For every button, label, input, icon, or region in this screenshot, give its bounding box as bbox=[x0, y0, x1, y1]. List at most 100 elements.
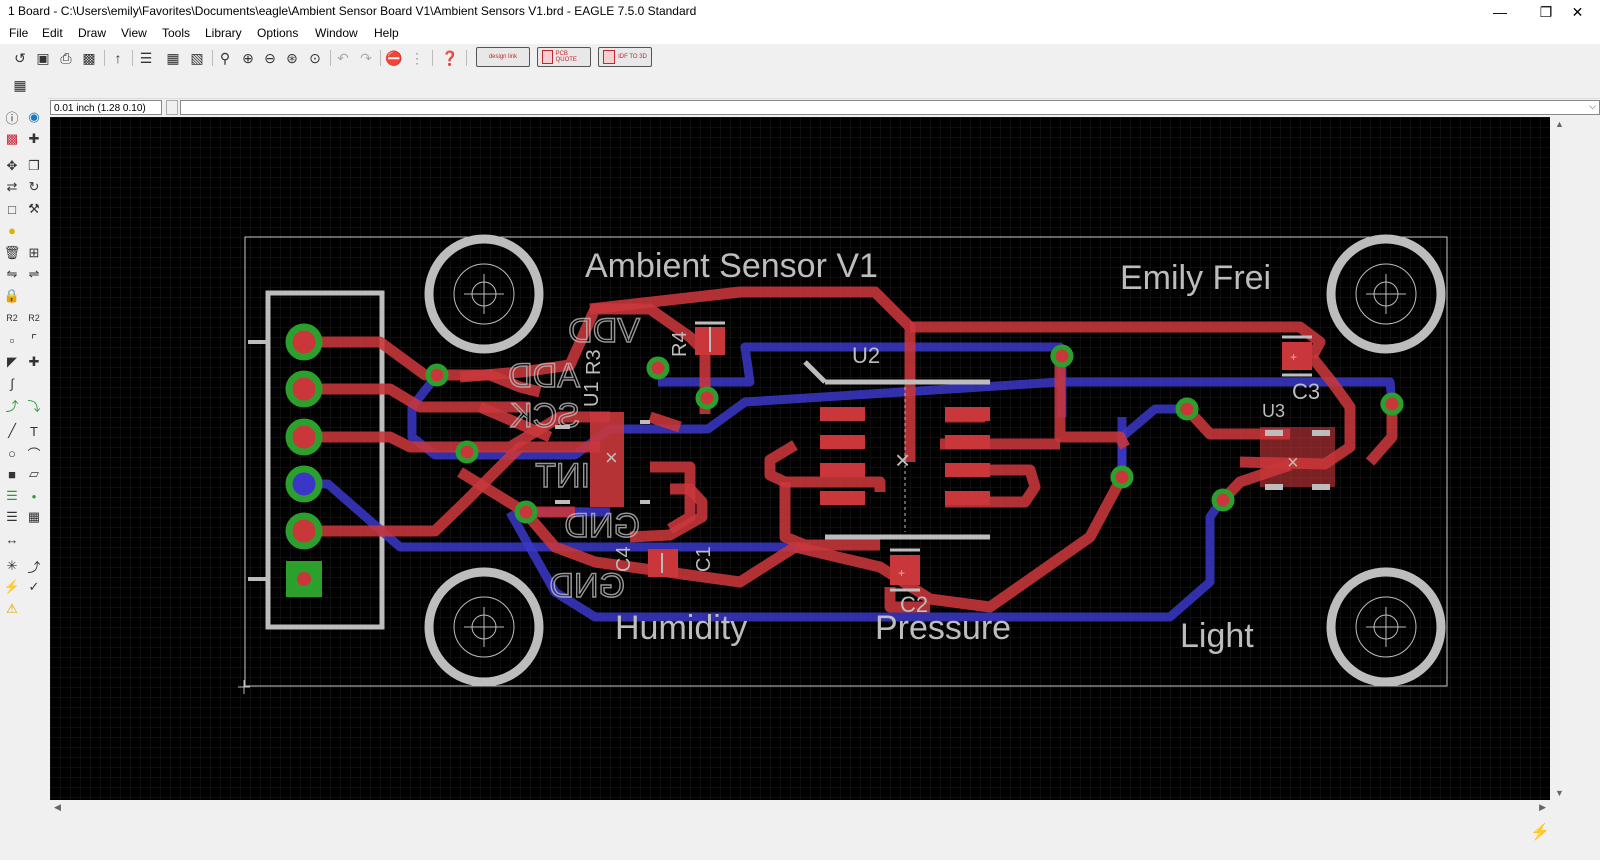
c3-footprint: + bbox=[1282, 335, 1312, 377]
minimize-icon[interactable]: — bbox=[1477, 0, 1523, 24]
open-icon[interactable]: ↺ bbox=[10, 48, 30, 68]
zoom-fit-icon[interactable]: ⚲ bbox=[215, 48, 235, 68]
menu-view[interactable]: View bbox=[121, 26, 147, 40]
replace-icon[interactable]: ⇋ bbox=[3, 265, 21, 283]
zoom-select-icon[interactable]: ⊙ bbox=[305, 48, 325, 68]
pcb-quote-button[interactable]: PCB QUOTE bbox=[537, 47, 591, 67]
show-icon[interactable]: ◉ bbox=[25, 108, 43, 126]
signal-icon[interactable]: ▱ bbox=[25, 465, 43, 483]
menu-draw[interactable]: Draw bbox=[78, 26, 106, 40]
light-label: Light bbox=[1180, 617, 1254, 655]
board-icon[interactable]: ▦ bbox=[163, 48, 183, 68]
scroll-left-icon[interactable]: ◀ bbox=[54, 802, 61, 813]
redo-icon[interactable]: ↷ bbox=[356, 48, 376, 68]
lock-icon[interactable]: ⇌ bbox=[25, 265, 43, 283]
idf-to-3d-button[interactable]: IDF TO 3D bbox=[598, 47, 652, 67]
dimension-icon[interactable]: ☰ bbox=[3, 508, 21, 526]
ripup-icon[interactable]: ∫ bbox=[3, 374, 21, 392]
menu-file[interactable]: File bbox=[9, 26, 28, 40]
grid-icon[interactable]: ▦ bbox=[10, 75, 30, 95]
split-icon[interactable]: ▫ bbox=[3, 331, 21, 349]
delete-icon[interactable]: 🗑 bbox=[3, 244, 21, 262]
toolbar-separator bbox=[432, 50, 433, 66]
erc-icon[interactable]: ⚡ bbox=[3, 578, 21, 596]
undo-icon[interactable]: ↶ bbox=[333, 48, 353, 68]
menu-options[interactable]: Options bbox=[257, 26, 298, 40]
scroll-up-icon[interactable]: ▲ bbox=[1555, 119, 1564, 129]
menu-edit[interactable]: Edit bbox=[42, 26, 63, 40]
wire-icon[interactable]: ⤴ bbox=[3, 396, 21, 414]
menu-help[interactable]: Help bbox=[374, 26, 399, 40]
text-icon[interactable]: ⤵ bbox=[25, 396, 43, 414]
board-drawing[interactable]: × × + + × Ambient Sensor V1 Emily Frei U… bbox=[50, 117, 1550, 800]
group-icon[interactable]: □ bbox=[3, 200, 21, 218]
go-icon[interactable]: ⋮ bbox=[407, 48, 427, 68]
command-input[interactable] bbox=[180, 100, 1600, 115]
script-icon[interactable]: ↑ bbox=[108, 48, 128, 68]
pcb-icon bbox=[542, 50, 553, 64]
copy-icon[interactable]: ❐ bbox=[25, 157, 43, 175]
lightning-icon[interactable]: ⚡ bbox=[1530, 822, 1550, 842]
optimize-icon[interactable]: ◤ bbox=[3, 353, 21, 371]
mark-icon[interactable]: ✚ bbox=[25, 130, 43, 148]
polygon-icon[interactable]: ⌒ bbox=[25, 444, 43, 462]
c2-footprint: + bbox=[890, 548, 920, 592]
ratsnest-icon[interactable]: ▦ bbox=[25, 508, 43, 526]
layers-icon[interactable]: ☰ bbox=[136, 48, 156, 68]
errors-icon[interactable]: ⤴ bbox=[25, 557, 43, 575]
menu-tools[interactable]: Tools bbox=[162, 26, 190, 40]
chevron-down-icon[interactable]: ⌵ bbox=[1589, 101, 1596, 112]
warning-icon[interactable]: ⚠ bbox=[3, 600, 21, 618]
smash-icon[interactable]: R2 bbox=[25, 309, 43, 327]
zoom-in-icon[interactable]: ⊕ bbox=[238, 48, 258, 68]
scroll-down-icon[interactable]: ▼ bbox=[1555, 788, 1564, 798]
drc-icon[interactable]: ✳ bbox=[3, 557, 21, 575]
rotate-icon[interactable]: ↻ bbox=[25, 178, 43, 196]
mirror-icon[interactable]: ⇄ bbox=[3, 178, 21, 196]
title-bar: 1 Board - C:\Users\emily\Favorites\Docum… bbox=[0, 0, 1600, 24]
attribute-icon[interactable]: • bbox=[25, 487, 43, 505]
stop-icon[interactable]: ⛔ bbox=[384, 48, 404, 68]
main-toolbar: ↺ ▣ ⎙ ▩ ↑ ☰ ▦ ▧ ⚲ ⊕ ⊖ ⊛ ⊙ ↶ ↷ ⛔ ⋮ ❓ desi… bbox=[0, 44, 1600, 73]
u2-origin: × bbox=[895, 445, 910, 475]
display-icon[interactable]: ▩ bbox=[3, 130, 21, 148]
check-icon[interactable]: ✓ bbox=[25, 578, 43, 596]
via-icon[interactable]: ■ bbox=[3, 465, 21, 483]
hole-icon[interactable]: ☰ bbox=[3, 487, 21, 505]
help-icon[interactable]: ❓ bbox=[440, 48, 460, 68]
circle-icon[interactable]: ╱ bbox=[3, 422, 21, 440]
menu-window[interactable]: Window bbox=[315, 26, 358, 40]
add-icon[interactable]: ⊞ bbox=[25, 244, 43, 262]
menu-library[interactable]: Library bbox=[205, 26, 242, 40]
r4-footprint bbox=[695, 321, 725, 355]
close-icon[interactable]: ✕ bbox=[1555, 0, 1600, 24]
print-icon[interactable]: ⎙ bbox=[56, 48, 76, 68]
rect-icon[interactable]: ○ bbox=[3, 444, 21, 462]
zoom-out-icon[interactable]: ⊖ bbox=[260, 48, 280, 68]
cam-icon[interactable]: ▩ bbox=[79, 48, 99, 68]
route-icon[interactable]: ✚ bbox=[25, 353, 43, 371]
design-link-button[interactable]: design link bbox=[476, 47, 530, 67]
toolbar-separator bbox=[132, 50, 133, 66]
arc-icon[interactable]: T bbox=[25, 422, 43, 440]
add-label: ADD bbox=[508, 357, 580, 395]
info-icon[interactable]: ⓘ bbox=[3, 108, 21, 126]
miter-icon[interactable]: ⌜ bbox=[25, 331, 43, 349]
board-title: Ambient Sensor V1 bbox=[585, 247, 878, 285]
toolbar-separator bbox=[466, 50, 467, 66]
name-icon[interactable]: 🔒 bbox=[3, 287, 21, 305]
command-history-button[interactable] bbox=[166, 100, 178, 115]
vertical-scrollbar[interactable]: ▲ ▼ bbox=[1550, 117, 1568, 800]
zoom-redraw-icon[interactable]: ⊛ bbox=[282, 48, 302, 68]
paste-icon[interactable]: ● bbox=[3, 221, 21, 239]
scroll-right-icon[interactable]: ▶ bbox=[1539, 802, 1546, 813]
change-icon[interactable]: ⚒ bbox=[25, 200, 43, 218]
save-icon[interactable]: ▣ bbox=[33, 48, 53, 68]
humidity-label: Humidity bbox=[615, 609, 747, 647]
value-icon[interactable]: R2 bbox=[3, 309, 21, 327]
autorouter-icon[interactable]: ↔ bbox=[3, 530, 21, 548]
move-icon[interactable]: ✥ bbox=[3, 157, 21, 175]
board-canvas[interactable]: × × + + × Ambient Sensor V1 Emily Frei U… bbox=[50, 117, 1550, 800]
package-icon[interactable]: ▧ bbox=[187, 48, 207, 68]
horizontal-scrollbar[interactable]: ◀ ▶ bbox=[50, 800, 1550, 816]
